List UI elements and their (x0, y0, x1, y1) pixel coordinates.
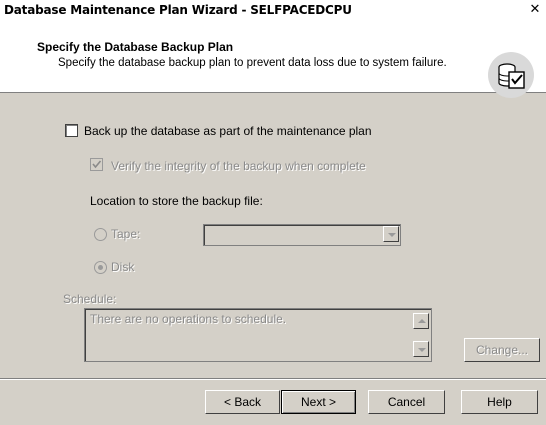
disk-radio-label[interactable]: Disk (111, 260, 134, 274)
schedule-textbox[interactable]: There are no operations to schedule. (84, 308, 432, 362)
verify-checkbox-label[interactable]: Verify the integrity of the backup when … (111, 159, 366, 173)
help-button[interactable]: Help (461, 390, 538, 414)
window-title: Database Maintenance Plan Wizard - SELFP… (4, 3, 352, 17)
scroll-down-button[interactable] (413, 341, 429, 357)
scroll-up-button[interactable] (413, 313, 429, 329)
verify-checkbox[interactable] (90, 158, 103, 171)
database-checklist-icon (488, 52, 534, 98)
back-button[interactable]: < Back (205, 390, 280, 414)
title-bar[interactable]: Database Maintenance Plan Wizard - SELFP… (0, 0, 546, 23)
tape-select[interactable] (203, 224, 401, 246)
tape-dropdown-button[interactable] (383, 226, 399, 242)
next-button[interactable]: Next > (281, 390, 356, 414)
page-subtitle: Specify the database backup plan to prev… (58, 57, 447, 69)
backup-checkbox-label[interactable]: Back up the database as part of the main… (84, 124, 372, 138)
schedule-text: There are no operations to schedule. (90, 312, 287, 326)
radio-dot-icon (98, 265, 103, 270)
chevron-up-icon (418, 319, 426, 323)
close-icon[interactable]: ✕ (528, 3, 542, 17)
wizard-header: Specify the Database Backup Plan Specify… (0, 22, 546, 98)
checkmark-icon (92, 160, 102, 169)
tape-radio[interactable] (94, 228, 107, 241)
page-title: Specify the Database Backup Plan (37, 40, 234, 54)
location-label: Location to store the backup file: (90, 194, 263, 208)
tape-radio-label[interactable]: Tape: (111, 227, 140, 241)
cancel-button[interactable]: Cancel (368, 390, 445, 414)
change-button[interactable]: Change... (464, 338, 540, 362)
schedule-label: Schedule: (63, 292, 117, 306)
disk-radio[interactable] (94, 261, 107, 274)
footer-divider (0, 378, 546, 380)
backup-checkbox[interactable] (65, 124, 78, 137)
chevron-down-icon (418, 348, 426, 352)
chevron-down-icon (388, 233, 396, 237)
